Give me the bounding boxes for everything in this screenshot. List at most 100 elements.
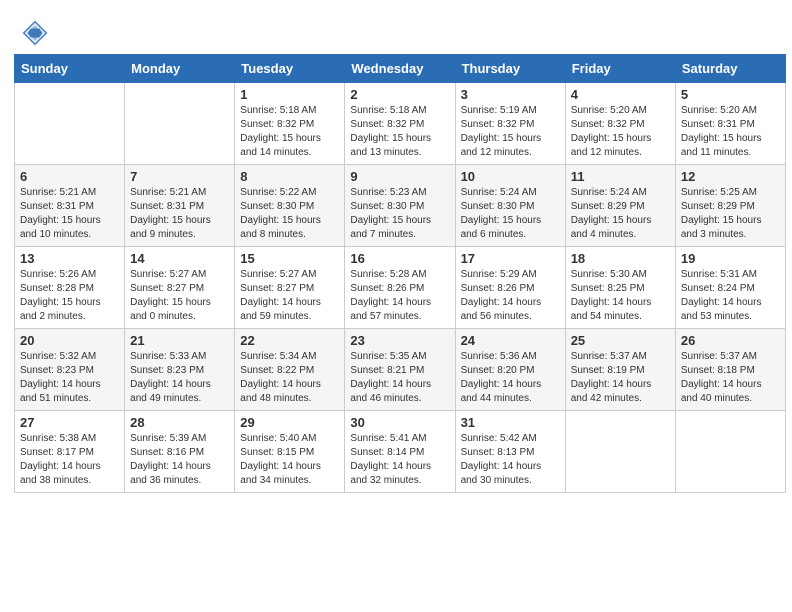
day-info: Sunrise: 5:19 AMSunset: 8:32 PMDaylight:… <box>461 104 560 160</box>
day-info: Sunrise: 5:29 AMSunset: 8:26 PMDaylight:… <box>461 268 560 324</box>
day-info: Sunrise: 5:21 AMSunset: 8:31 PMDaylight:… <box>20 186 119 242</box>
calendar-cell: 12 Sunrise: 5:25 AMSunset: 8:29 PMDayligh… <box>675 165 785 247</box>
day-info: Sunrise: 5:26 AMSunset: 8:28 PMDaylight:… <box>20 268 119 324</box>
day-number: 9 <box>350 169 449 184</box>
day-info: Sunrise: 5:18 AMSunset: 8:32 PMDaylight:… <box>240 104 339 160</box>
day-number: 16 <box>350 251 449 266</box>
day-info: Sunrise: 5:35 AMSunset: 8:21 PMDaylight:… <box>350 350 449 406</box>
logo-icon <box>20 18 50 48</box>
day-info: Sunrise: 5:40 AMSunset: 8:15 PMDaylight:… <box>240 432 339 488</box>
calendar-cell: 21 Sunrise: 5:33 AMSunset: 8:23 PMDayligh… <box>125 329 235 411</box>
day-info: Sunrise: 5:36 AMSunset: 8:20 PMDaylight:… <box>461 350 560 406</box>
day-number: 14 <box>130 251 229 266</box>
day-info: Sunrise: 5:33 AMSunset: 8:23 PMDaylight:… <box>130 350 229 406</box>
day-info: Sunrise: 5:23 AMSunset: 8:30 PMDaylight:… <box>350 186 449 242</box>
weekday-header: Wednesday <box>345 55 455 83</box>
weekday-header: Thursday <box>455 55 565 83</box>
day-number: 8 <box>240 169 339 184</box>
day-info: Sunrise: 5:32 AMSunset: 8:23 PMDaylight:… <box>20 350 119 406</box>
day-info: Sunrise: 5:27 AMSunset: 8:27 PMDaylight:… <box>130 268 229 324</box>
day-info: Sunrise: 5:37 AMSunset: 8:18 PMDaylight:… <box>681 350 780 406</box>
calendar-cell: 23 Sunrise: 5:35 AMSunset: 8:21 PMDayligh… <box>345 329 455 411</box>
day-number: 27 <box>20 415 119 430</box>
calendar-cell: 29Sunrise: 5:40 AMSunset: 8:15 PMDayligh… <box>235 411 345 493</box>
day-number: 19 <box>681 251 780 266</box>
calendar-cell: 11 Sunrise: 5:24 AMSunset: 8:29 PMDayligh… <box>565 165 675 247</box>
day-number: 31 <box>461 415 560 430</box>
calendar-cell: 24 Sunrise: 5:36 AMSunset: 8:20 PMDayligh… <box>455 329 565 411</box>
calendar-cell <box>675 411 785 493</box>
calendar-cell: 15 Sunrise: 5:27 AMSunset: 8:27 PMDayligh… <box>235 247 345 329</box>
weekday-header: Friday <box>565 55 675 83</box>
day-number: 26 <box>681 333 780 348</box>
day-number: 18 <box>571 251 670 266</box>
day-number: 3 <box>461 87 560 102</box>
day-number: 15 <box>240 251 339 266</box>
day-number: 1 <box>240 87 339 102</box>
day-number: 20 <box>20 333 119 348</box>
weekday-header: Monday <box>125 55 235 83</box>
calendar-cell: 25 Sunrise: 5:37 AMSunset: 8:19 PMDayligh… <box>565 329 675 411</box>
day-info: Sunrise: 5:30 AMSunset: 8:25 PMDaylight:… <box>571 268 670 324</box>
day-number: 22 <box>240 333 339 348</box>
calendar-cell: 8 Sunrise: 5:22 AMSunset: 8:30 PMDaylight… <box>235 165 345 247</box>
day-number: 23 <box>350 333 449 348</box>
calendar-cell: 27 Sunrise: 5:38 AMSunset: 8:17 PMDayligh… <box>15 411 125 493</box>
day-number: 28 <box>130 415 229 430</box>
calendar-cell: 28 Sunrise: 5:39 AMSunset: 8:16 PMDayligh… <box>125 411 235 493</box>
day-info: Sunrise: 5:21 AMSunset: 8:31 PMDaylight:… <box>130 186 229 242</box>
calendar-week-row: 20 Sunrise: 5:32 AMSunset: 8:23 PMDayligh… <box>15 329 786 411</box>
day-number: 13 <box>20 251 119 266</box>
day-number: 30 <box>350 415 449 430</box>
logo <box>20 18 54 48</box>
day-info: Sunrise: 5:18 AMSunset: 8:32 PMDaylight:… <box>350 104 449 160</box>
day-info: Sunrise: 5:22 AMSunset: 8:30 PMDaylight:… <box>240 186 339 242</box>
day-info: Sunrise: 5:27 AMSunset: 8:27 PMDaylight:… <box>240 268 339 324</box>
calendar-week-row: 1 Sunrise: 5:18 AMSunset: 8:32 PMDaylight… <box>15 83 786 165</box>
calendar-cell: 10 Sunrise: 5:24 AMSunset: 8:30 PMDayligh… <box>455 165 565 247</box>
day-info: Sunrise: 5:24 AMSunset: 8:29 PMDaylight:… <box>571 186 670 242</box>
day-info: Sunrise: 5:41 AMSunset: 8:14 PMDaylight:… <box>350 432 449 488</box>
day-number: 2 <box>350 87 449 102</box>
calendar-table: SundayMondayTuesdayWednesdayThursdayFrid… <box>14 54 786 493</box>
weekday-header: Sunday <box>15 55 125 83</box>
calendar-cell: 4Sunrise: 5:20 AMSunset: 8:32 PMDaylight… <box>565 83 675 165</box>
calendar-cell: 3 Sunrise: 5:19 AMSunset: 8:32 PMDaylight… <box>455 83 565 165</box>
day-info: Sunrise: 5:20 AMSunset: 8:32 PMDaylight:… <box>571 104 670 160</box>
calendar-cell: 2 Sunrise: 5:18 AMSunset: 8:32 PMDaylight… <box>345 83 455 165</box>
day-info: Sunrise: 5:24 AMSunset: 8:30 PMDaylight:… <box>461 186 560 242</box>
calendar-header-row: SundayMondayTuesdayWednesdayThursdayFrid… <box>15 55 786 83</box>
calendar-cell: 18 Sunrise: 5:30 AMSunset: 8:25 PMDayligh… <box>565 247 675 329</box>
calendar-cell: 31Sunrise: 5:42 AMSunset: 8:13 PMDayligh… <box>455 411 565 493</box>
day-number: 21 <box>130 333 229 348</box>
page-header <box>10 10 782 54</box>
day-number: 25 <box>571 333 670 348</box>
calendar-cell: 9 Sunrise: 5:23 AMSunset: 8:30 PMDaylight… <box>345 165 455 247</box>
calendar-cell: 26 Sunrise: 5:37 AMSunset: 8:18 PMDayligh… <box>675 329 785 411</box>
day-number: 17 <box>461 251 560 266</box>
day-info: Sunrise: 5:34 AMSunset: 8:22 PMDaylight:… <box>240 350 339 406</box>
day-number: 10 <box>461 169 560 184</box>
calendar-cell: 1 Sunrise: 5:18 AMSunset: 8:32 PMDaylight… <box>235 83 345 165</box>
weekday-header: Saturday <box>675 55 785 83</box>
day-number: 24 <box>461 333 560 348</box>
calendar-cell <box>15 83 125 165</box>
calendar-cell: 7 Sunrise: 5:21 AMSunset: 8:31 PMDaylight… <box>125 165 235 247</box>
day-number: 6 <box>20 169 119 184</box>
calendar-cell: 16Sunrise: 5:28 AMSunset: 8:26 PMDayligh… <box>345 247 455 329</box>
day-number: 7 <box>130 169 229 184</box>
calendar-week-row: 6 Sunrise: 5:21 AMSunset: 8:31 PMDaylight… <box>15 165 786 247</box>
day-info: Sunrise: 5:37 AMSunset: 8:19 PMDaylight:… <box>571 350 670 406</box>
day-number: 12 <box>681 169 780 184</box>
day-info: Sunrise: 5:31 AMSunset: 8:24 PMDaylight:… <box>681 268 780 324</box>
calendar-cell: 6 Sunrise: 5:21 AMSunset: 8:31 PMDaylight… <box>15 165 125 247</box>
day-info: Sunrise: 5:38 AMSunset: 8:17 PMDaylight:… <box>20 432 119 488</box>
day-info: Sunrise: 5:39 AMSunset: 8:16 PMDaylight:… <box>130 432 229 488</box>
calendar-cell: 17 Sunrise: 5:29 AMSunset: 8:26 PMDayligh… <box>455 247 565 329</box>
calendar-cell: 20 Sunrise: 5:32 AMSunset: 8:23 PMDayligh… <box>15 329 125 411</box>
calendar-cell <box>565 411 675 493</box>
day-number: 11 <box>571 169 670 184</box>
calendar-cell <box>125 83 235 165</box>
calendar-week-row: 27 Sunrise: 5:38 AMSunset: 8:17 PMDayligh… <box>15 411 786 493</box>
day-info: Sunrise: 5:25 AMSunset: 8:29 PMDaylight:… <box>681 186 780 242</box>
